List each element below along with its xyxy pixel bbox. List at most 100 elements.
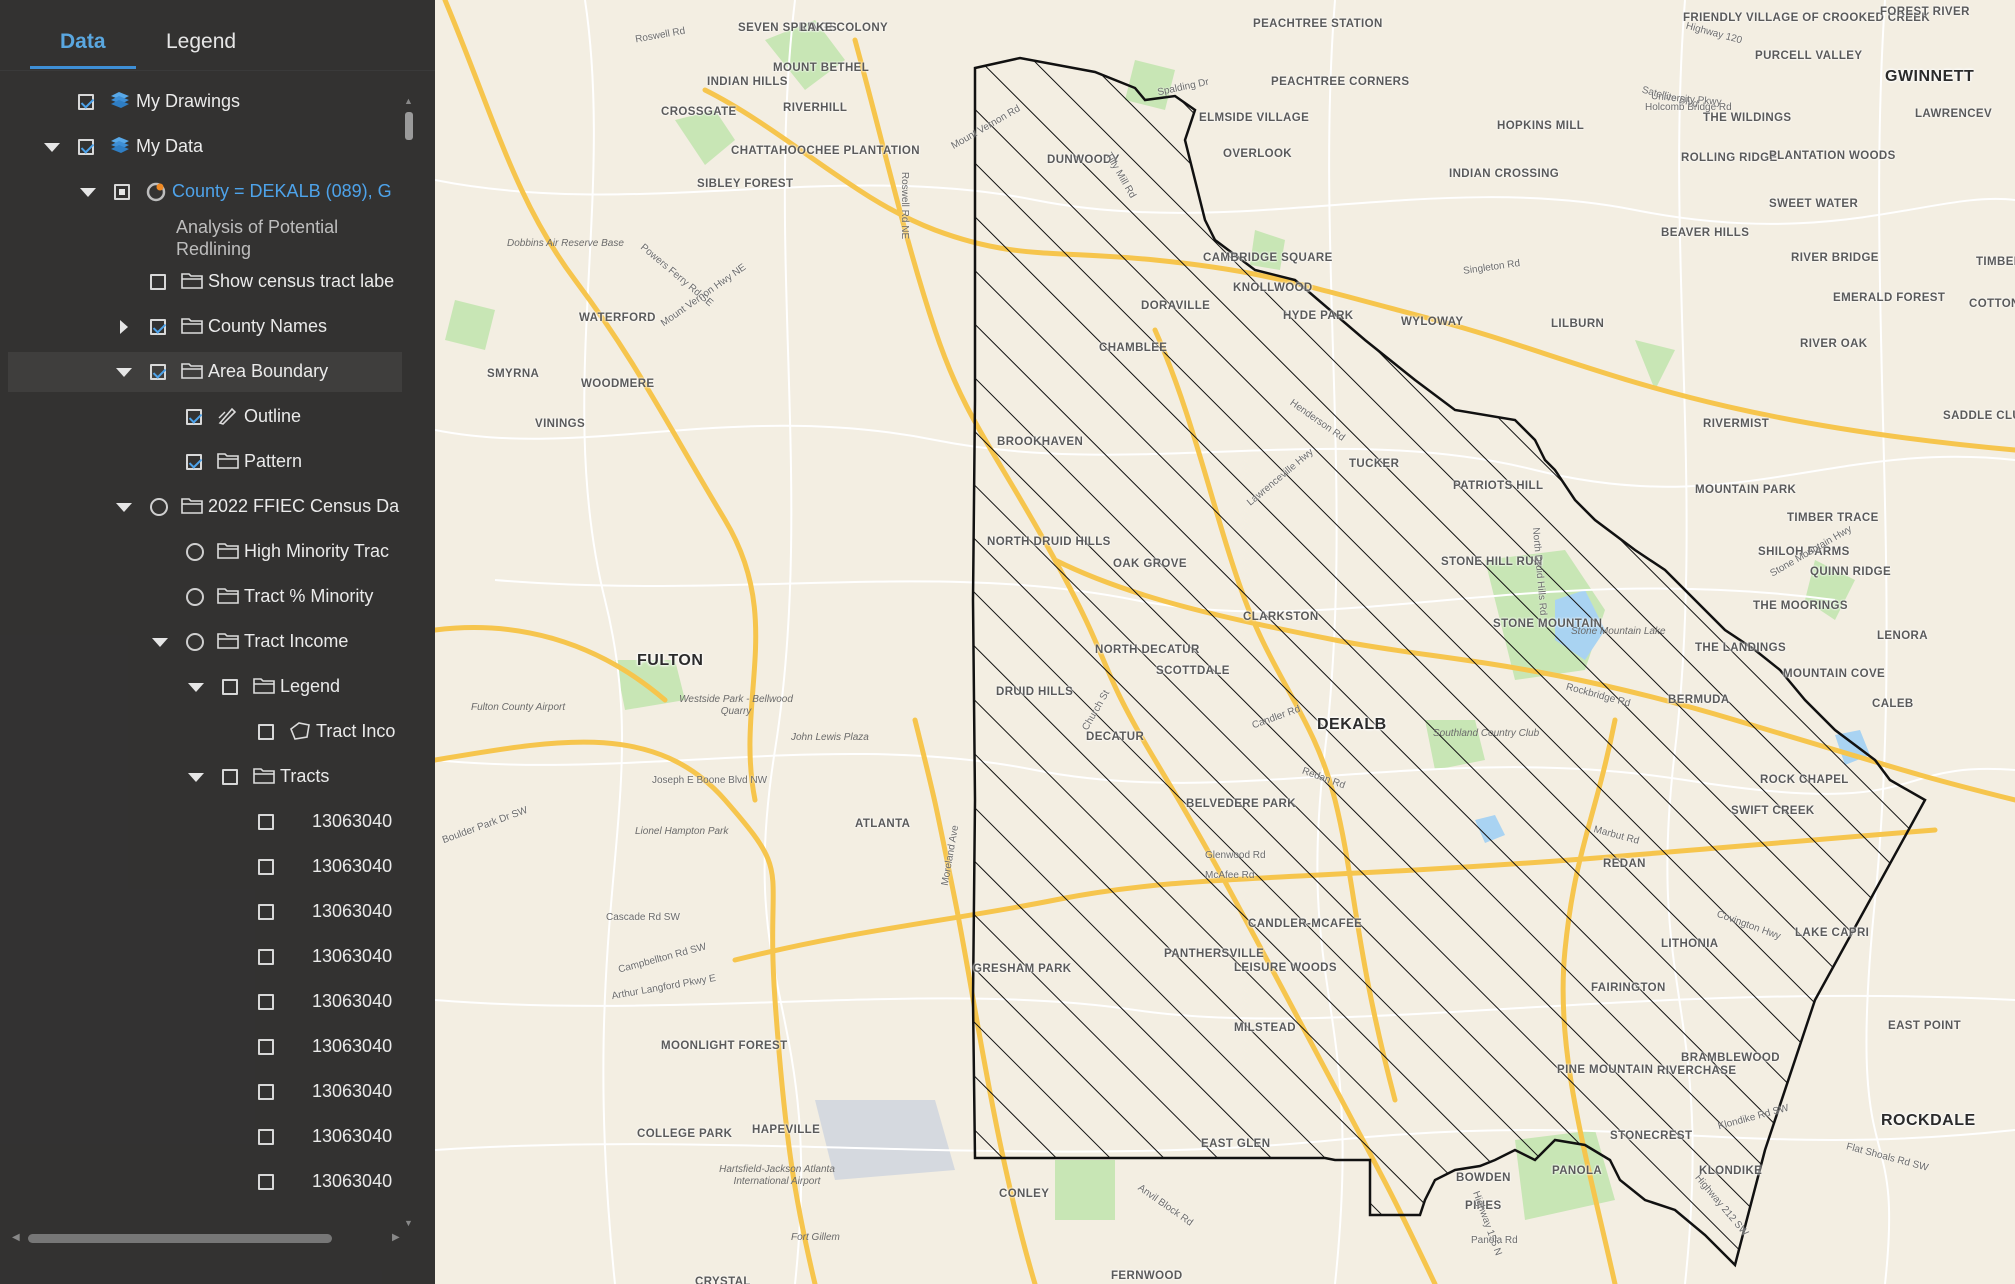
place-label: MILSTEAD: [1234, 1022, 1296, 1034]
layer-row-ffiec-census-data[interactable]: 2022 FFIEC Census Da: [0, 487, 402, 527]
place-label: SADDLE CLUB ESTATES: [1943, 410, 2015, 422]
collapse-caret-icon[interactable]: [188, 773, 204, 782]
layer-row-pattern[interactable]: Pattern: [0, 442, 402, 482]
layer-row-county-dekalb[interactable]: County = DEKALB (089), G: [0, 172, 402, 212]
place-label: NORTH DECATUR: [1095, 644, 1200, 656]
visibility-checkbox[interactable]: [150, 274, 166, 290]
place-label: DECATUR: [1086, 731, 1145, 743]
collapse-caret-icon[interactable]: [116, 503, 132, 512]
layer-row-tract-row[interactable]: 13063040: [0, 982, 402, 1022]
place-label: RIVERMIST: [1703, 418, 1770, 430]
layer-label: Tract Income: [244, 631, 349, 651]
layer-row-tract-row[interactable]: 13063040: [0, 802, 402, 842]
scroll-right-arrow-icon[interactable]: ▶: [392, 1232, 400, 1243]
place-label: RIVERCHASE: [1657, 1065, 1737, 1077]
layer-row-county-names[interactable]: County Names: [0, 307, 402, 347]
road-label: Joseph E Boone Blvd NW: [652, 775, 768, 786]
visibility-radio[interactable]: [150, 498, 168, 516]
folder-icon: [217, 631, 239, 654]
vertical-scrollbar-thumb[interactable]: [405, 112, 413, 140]
layer-label: 13063040: [312, 811, 393, 831]
layer-row-tract-row[interactable]: 13063040: [0, 1162, 402, 1202]
tab-data[interactable]: Data: [60, 30, 106, 54]
visibility-checkbox[interactable]: [150, 319, 166, 335]
place-label: ROLLING RIDGE: [1681, 152, 1778, 164]
visibility-checkbox[interactable]: [186, 409, 202, 425]
place-label: SCOTTDALE: [1156, 665, 1230, 677]
layer-row-area-boundary[interactable]: Area Boundary: [8, 352, 402, 392]
place-label: LITHONIA: [1661, 938, 1719, 950]
place-label: THE LANDINGS: [1695, 642, 1787, 654]
layer-row-my-data[interactable]: My Data: [0, 127, 402, 167]
place-label: RIVER BRIDGE: [1791, 252, 1879, 264]
collapse-caret-icon[interactable]: [152, 638, 168, 647]
place-label: TUCKER: [1349, 458, 1400, 470]
layer-row-outline[interactable]: Outline: [0, 397, 402, 437]
place-label: ELMSIDE VILLAGE: [1199, 112, 1310, 124]
scroll-left-arrow-icon[interactable]: ◀: [12, 1232, 20, 1243]
place-label: DORAVILLE: [1141, 300, 1211, 312]
visibility-checkbox[interactable]: [78, 139, 94, 155]
collapse-caret-icon[interactable]: [188, 683, 204, 692]
visibility-checkbox[interactable]: [258, 949, 274, 965]
place-label: VININGS: [535, 418, 586, 430]
expand-caret-icon[interactable]: [120, 320, 128, 334]
place-label: HYDE PARK: [1283, 310, 1354, 322]
visibility-radio[interactable]: [186, 543, 204, 561]
layer-row-high-minority-tracts[interactable]: High Minority Trac: [0, 532, 402, 572]
map-view[interactable]: GWINNETT FULTON DEKALB ROCKDALE SEVEN SP…: [435, 0, 2015, 1284]
layer-row-tract-row[interactable]: 13063040: [0, 892, 402, 932]
visibility-checkbox[interactable]: [186, 454, 202, 470]
horizontal-scrollbar-thumb[interactable]: [28, 1234, 332, 1243]
place-label: LAKE COLONY: [800, 22, 889, 34]
visibility-checkbox[interactable]: [222, 679, 238, 695]
layer-row-description[interactable]: Analysis of Potential Redlining: [0, 217, 402, 259]
layer-label: Outline: [244, 406, 302, 426]
visibility-radio[interactable]: [186, 633, 204, 651]
layer-label: 13063040: [312, 1081, 393, 1101]
scroll-down-arrow-icon[interactable]: ▼: [404, 1218, 413, 1228]
place-label: EAST POINT: [1888, 1020, 1962, 1032]
scroll-up-arrow-icon[interactable]: ▲: [404, 96, 413, 106]
place-label: RIVER OAK: [1800, 338, 1868, 350]
visibility-checkbox[interactable]: [78, 94, 94, 110]
layer-row-my-drawings[interactable]: My Drawings: [0, 82, 402, 122]
visibility-checkbox[interactable]: [258, 904, 274, 920]
road-label: Panola Rd: [1471, 1235, 1518, 1246]
place-label: THE WILDINGS: [1703, 112, 1792, 124]
collapse-caret-icon[interactable]: [80, 188, 96, 197]
poi-label: Southland Country Club: [1433, 728, 1540, 739]
place-label: COLLEGE PARK: [637, 1128, 733, 1140]
layer-row-tract-row[interactable]: 13063040: [0, 847, 402, 887]
tab-legend[interactable]: Legend: [166, 30, 236, 54]
visibility-checkbox[interactable]: [114, 184, 130, 200]
layer-row-tract-row[interactable]: 13063040: [0, 1027, 402, 1067]
visibility-checkbox[interactable]: [258, 814, 274, 830]
layer-row-tract-income[interactable]: Tract Income: [0, 622, 402, 662]
collapse-caret-icon[interactable]: [116, 368, 132, 377]
layer-row-tract-minority[interactable]: Tract % Minority: [0, 577, 402, 617]
visibility-checkbox[interactable]: [150, 364, 166, 380]
layer-row-tracts-group[interactable]: Tracts: [0, 757, 402, 797]
layer-row-show-census-tract-labels[interactable]: Show census tract labe: [0, 262, 402, 302]
layer-row-tract-row[interactable]: 13063040: [0, 937, 402, 977]
place-label: BELVEDERE PARK: [1186, 798, 1296, 810]
layer-row-legend-group[interactable]: Legend: [0, 667, 402, 707]
visibility-checkbox[interactable]: [222, 769, 238, 785]
layer-row-tract-income-legend[interactable]: Tract Inco: [0, 712, 402, 752]
collapse-caret-icon[interactable]: [44, 143, 60, 152]
visibility-checkbox[interactable]: [258, 1084, 274, 1100]
visibility-checkbox[interactable]: [258, 1039, 274, 1055]
layer-label: 13063040: [312, 856, 393, 876]
visibility-checkbox[interactable]: [258, 724, 274, 740]
layer-row-tract-row[interactable]: 13063040: [0, 1072, 402, 1112]
visibility-radio[interactable]: [186, 588, 204, 606]
layer-label: High Minority Trac: [244, 541, 390, 561]
visibility-checkbox[interactable]: [258, 1129, 274, 1145]
visibility-checkbox[interactable]: [258, 1174, 274, 1190]
visibility-checkbox[interactable]: [258, 859, 274, 875]
layer-row-tract-row[interactable]: 13063040: [0, 1117, 402, 1157]
visibility-checkbox[interactable]: [258, 994, 274, 1010]
layer-label: 13063040: [312, 946, 393, 966]
place-label: PEACHTREE CORNERS: [1271, 76, 1410, 88]
